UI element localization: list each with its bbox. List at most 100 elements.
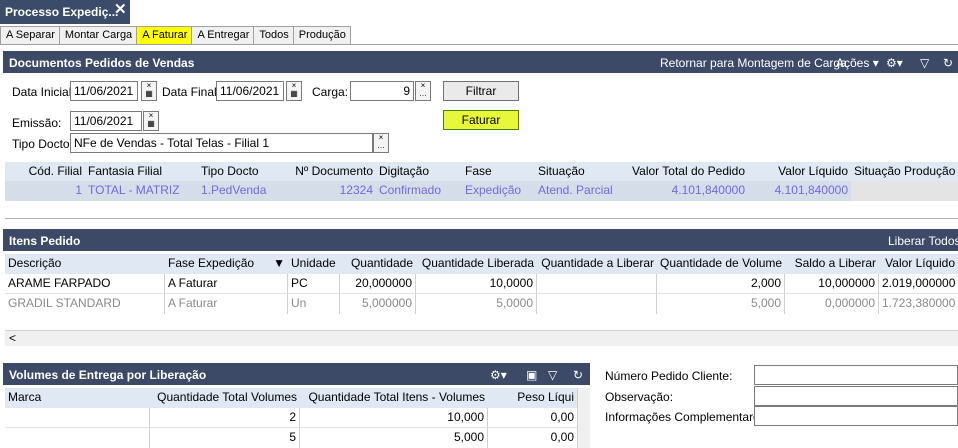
- cell: 5,000: [657, 294, 785, 314]
- table-row[interactable]: GRADIL STANDARD A Faturar Un 5,000000 5,…: [5, 294, 958, 314]
- refresh-icon[interactable]: ↻: [573, 368, 583, 382]
- tab-a-separar[interactable]: A Separar: [0, 26, 60, 44]
- col-quantidade[interactable]: Quantidade: [340, 254, 416, 274]
- col-valor-liquido[interactable]: Valor Líquido: [879, 254, 958, 274]
- col-marca[interactable]: Marca: [5, 388, 150, 408]
- table-row[interactable]: 1 TOTAL - MATRIZ 1.PedVenda 12324 Confir…: [5, 181, 958, 201]
- tab-a-entregar[interactable]: A Entregar: [191, 26, 255, 44]
- refresh-icon[interactable]: ↻: [943, 56, 953, 70]
- col-cod-filial[interactable]: Cód. Filial: [5, 162, 85, 182]
- table-row[interactable]: 5 5,000 0,00: [5, 428, 577, 448]
- close-icon[interactable]: ✕: [114, 0, 127, 18]
- itens-panel-title: Itens Pedido: [9, 234, 81, 248]
- col-qtd-total-volumes[interactable]: Quantidade Total Volumes: [150, 388, 300, 408]
- cell: 4.101,840000: [671, 183, 745, 197]
- cell: 10,000000: [785, 274, 879, 293]
- info-complementares-label: Informações Complementares:: [605, 410, 770, 424]
- cell: 1.PedVenda: [201, 183, 267, 197]
- cell: Atend. Parcial: [538, 183, 613, 197]
- col-quantidade-liberada[interactable]: Quantidade Liberada: [416, 254, 537, 274]
- calendar-icon[interactable]: × ▦: [143, 111, 159, 131]
- cell: 2,000: [657, 274, 785, 293]
- cell: 2.019,000000: [882, 276, 956, 290]
- col-descricao[interactable]: Descrição: [5, 254, 165, 274]
- tab-a-faturar[interactable]: A Faturar: [136, 26, 193, 44]
- numero-pedido-input[interactable]: [754, 365, 958, 385]
- filtrar-button[interactable]: Filtrar: [443, 81, 519, 101]
- acoes-label: Ações: [836, 56, 870, 70]
- table-row[interactable]: 2 10,000 0,00: [5, 408, 577, 428]
- carga-label: Carga:: [312, 85, 349, 99]
- volumes-panel-header: Volumes de Entrega por Liberação ⚙▾ ▣ ▽ …: [3, 363, 590, 385]
- col-valor-total[interactable]: Valor Total do Pedido: [623, 162, 748, 182]
- col-digitacao[interactable]: Digitação: [376, 162, 462, 182]
- col-situacao-producao[interactable]: Situação Produção: [851, 162, 958, 182]
- tipo-docto-input[interactable]: NFe de Vendas - Total Telas - Filial 1: [70, 133, 373, 153]
- observacao-input[interactable]: [754, 386, 958, 406]
- tab-montar-carga[interactable]: Montar Carga: [58, 26, 138, 44]
- lookup-icon[interactable]: ×…: [415, 81, 431, 101]
- retornar-montagem-link[interactable]: Retornar para Montagem de Carga: [660, 56, 847, 70]
- col-peso-liquido[interactable]: Peso Líqui: [488, 388, 577, 408]
- observacao-label: Observação:: [605, 390, 674, 404]
- calendar-icon[interactable]: × ▦: [141, 81, 157, 101]
- table-row[interactable]: ARAME FARPADO A Faturar PC 20,000000 10,…: [5, 274, 958, 294]
- cell: 5,000000: [340, 294, 416, 314]
- data-inicial-input[interactable]: 11/06/2021: [70, 81, 138, 101]
- docs-panel-header: Documentos Pedidos de Vendas Retornar pa…: [3, 51, 958, 73]
- tab-strip: A Separar Montar Carga A Faturar A Entre…: [0, 26, 351, 44]
- cell: PC: [288, 274, 340, 293]
- cell: Confirmado: [379, 183, 442, 197]
- tab-producao[interactable]: Produção: [292, 26, 351, 44]
- col-qtd-total-itens-volumes[interactable]: Quantidade Total Itens - Volumes: [300, 388, 488, 408]
- col-quantidade-volume[interactable]: Quantidade de Volume: [657, 254, 785, 274]
- vertical-scrollbar[interactable]: [577, 388, 590, 448]
- col-fantasia-filial[interactable]: Fantasia Filial: [85, 162, 198, 182]
- cell: 2: [150, 408, 300, 427]
- filter-icon[interactable]: ▽: [920, 56, 929, 70]
- col-tipo-docto[interactable]: Tipo Docto: [198, 162, 288, 182]
- cell: 12324: [339, 183, 373, 197]
- col-saldo-a-liberar[interactable]: Saldo a Liberar: [785, 254, 879, 274]
- data-final-input[interactable]: 11/06/2021: [216, 81, 284, 101]
- cell[interactable]: [537, 294, 657, 314]
- lookup-icon[interactable]: ×…: [373, 133, 389, 153]
- col-situacao[interactable]: Situação: [535, 162, 623, 182]
- faturar-button[interactable]: Faturar: [443, 110, 519, 130]
- col-unidade[interactable]: Unidade: [288, 254, 340, 274]
- cell: 1.723,380000: [882, 296, 956, 310]
- window-title: Processo Expediç...: [5, 5, 119, 19]
- tab-todos[interactable]: Todos: [253, 26, 294, 44]
- carga-input[interactable]: 9: [350, 81, 414, 101]
- emissao-label: Emissão:: [12, 116, 62, 130]
- cell: [5, 428, 150, 448]
- data-inicial-label: Data Inicial:: [12, 85, 75, 99]
- liberar-todos-link[interactable]: Liberar Todos: [888, 234, 958, 248]
- docs-grid-header: Cód. Filial Fantasia Filial Tipo Docto N…: [5, 162, 958, 182]
- col-fase-expedicao-label: Fase Expedição: [168, 256, 255, 270]
- sort-down-icon[interactable]: ▼: [273, 256, 285, 270]
- filter-icon[interactable]: ▽: [548, 368, 557, 382]
- acoes-menu[interactable]: Ações ▾: [836, 56, 879, 70]
- tab-divider: [0, 44, 958, 45]
- col-numero-documento[interactable]: Nº Documento: [288, 162, 376, 182]
- cell: 10,000: [300, 408, 488, 427]
- col-fase-expedicao[interactable]: Fase Expedição ▼: [165, 254, 288, 274]
- emissao-input[interactable]: 11/06/2021: [70, 111, 142, 131]
- cell: 10,0000: [416, 274, 537, 293]
- itens-grid-header: Descrição Fase Expedição ▼ Unidade Quant…: [5, 254, 958, 274]
- settings-icon[interactable]: ⚙▾: [886, 56, 903, 70]
- cell: 0,00: [550, 430, 574, 444]
- settings-icon[interactable]: ⚙▾: [490, 368, 507, 382]
- export-icon[interactable]: ▣: [526, 368, 537, 382]
- scroll-left-icon[interactable]: <: [9, 331, 16, 345]
- col-quantidade-a-liberar[interactable]: Quantidade a Liberar: [537, 254, 657, 274]
- horizontal-scrollbar[interactable]: <: [5, 330, 958, 346]
- info-complementares-input[interactable]: [754, 406, 958, 426]
- cell[interactable]: [537, 274, 657, 293]
- col-valor-liquido[interactable]: Valor Líquido: [748, 162, 851, 182]
- col-fase[interactable]: Fase: [462, 162, 535, 182]
- itens-panel-header: Itens Pedido Liberar Todos: [3, 229, 958, 251]
- calendar-icon[interactable]: × ▦: [286, 81, 302, 101]
- cell: ARAME FARPADO: [5, 274, 165, 293]
